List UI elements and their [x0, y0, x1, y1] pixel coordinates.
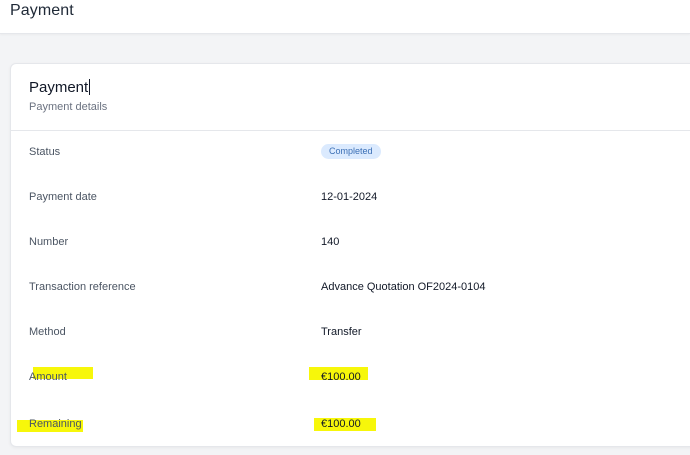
number-label: Number — [29, 236, 69, 248]
text-cursor — [89, 79, 91, 95]
method-label: Method — [29, 326, 66, 338]
remaining-row: Remaining €100.00 — [11, 401, 690, 446]
amount-value: €100.00 — [321, 371, 361, 383]
top-bar: Payment — [0, 0, 690, 34]
method-value: Transfer — [321, 326, 362, 338]
number-row: Number 140 — [11, 221, 690, 266]
card-header: Payment Payment details — [11, 64, 690, 131]
remaining-value: €100.00 — [321, 418, 361, 430]
amount-row: Amount €100.00 — [11, 356, 690, 401]
payment-date-label: Payment date — [29, 191, 97, 203]
status-badge: Completed — [321, 144, 381, 159]
status-row: Status Completed — [11, 131, 690, 176]
remaining-label: Remaining — [29, 418, 82, 430]
method-row: Method Transfer — [11, 311, 690, 356]
status-label: Status — [29, 146, 61, 158]
transaction-reference-value: Advance Quotation OF2024-0104 — [321, 281, 486, 293]
page-title: Payment — [10, 2, 74, 19]
card-title: Payment — [29, 79, 91, 96]
transaction-reference-row: Transaction reference Advance Quotation … — [11, 266, 690, 311]
payment-card: Payment Payment details Status Completed… — [10, 63, 690, 447]
card-title-text: Payment — [29, 79, 89, 96]
payment-date-value: 12-01-2024 — [321, 191, 378, 203]
card-subtitle: Payment details — [29, 101, 108, 113]
transaction-reference-label: Transaction reference — [29, 281, 136, 293]
amount-label: Amount — [29, 371, 67, 383]
payment-date-row: Payment date 12-01-2024 — [11, 176, 690, 221]
number-value: 140 — [321, 236, 340, 248]
